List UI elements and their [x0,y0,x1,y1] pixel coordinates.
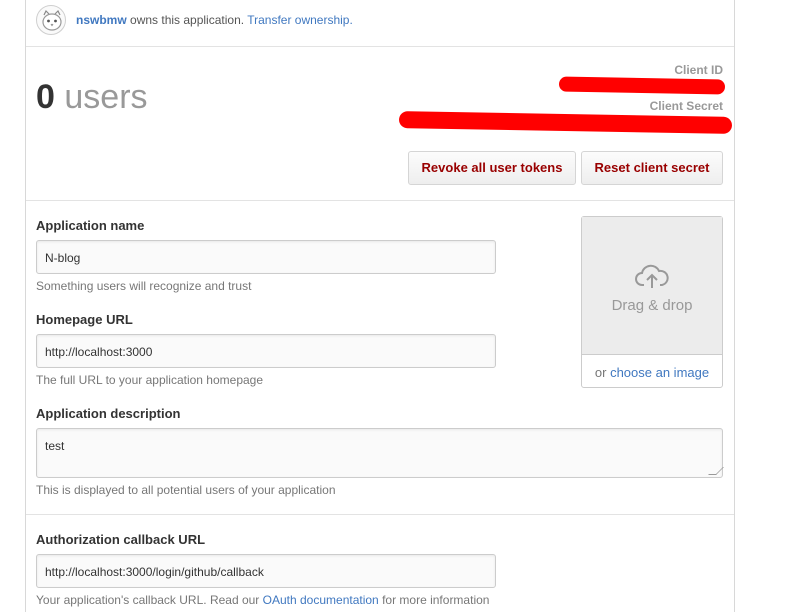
app-description-textarea[interactable]: test [36,428,724,478]
drag-drop-text: Drag & drop [611,297,693,314]
logo-upload-box[interactable]: Drag & drop or choose an image [581,216,723,388]
callback-url-input[interactable]: http://localhost:3000/login/github/callb… [36,554,496,588]
ownership-text: owns this application. [130,13,245,27]
app-description-help: This is displayed to all potential users… [36,483,336,497]
homepage-url-label: Homepage URL [36,312,133,327]
ownership-statement: nswbmw owns this application. Transfer o… [76,13,353,27]
reset-secret-button[interactable]: Reset client secret [581,151,723,185]
user-count: 0 users [36,78,148,117]
drag-drop-area[interactable]: Drag & drop [582,217,722,355]
user-count-number: 0 [36,78,55,116]
revoke-tokens-button[interactable]: Revoke all user tokens [408,151,576,185]
client-secret-label: Client Secret [649,99,723,113]
app-description-value: test [45,439,65,453]
resize-handle-icon[interactable] [708,467,724,475]
client-id-label: Client ID [674,63,723,77]
transfer-ownership-link[interactable]: Transfer ownership. [247,13,353,27]
app-name-help: Something users will recognize and trust [36,279,252,293]
avatar [36,5,66,35]
cloud-upload-icon [635,264,669,288]
stats-section: 0 users Client ID Client Secret Revoke a… [26,48,734,201]
callback-url-help: Your application's callback URL. Read ou… [36,593,489,607]
callback-help-text: Your application's callback URL. Read ou… [36,593,260,607]
application-settings-panel: nswbmw owns this application. Transfer o… [25,0,735,612]
homepage-url-input[interactable]: http://localhost:3000 [36,334,496,368]
owner-bar: nswbmw owns this application. Transfer o… [26,0,734,47]
app-name-label: Application name [36,218,145,233]
callback-url-label: Authorization callback URL [36,532,206,547]
owl-avatar-icon [42,9,62,31]
app-description-label: Application description [36,406,181,421]
choose-image-link[interactable]: choose an image [610,365,709,380]
oauth-documentation-link[interactable]: OAuth documentation [263,593,379,607]
owner-username-link[interactable]: nswbmw [76,13,127,27]
callback-help-text-end: for more information [382,593,490,607]
client-secret-redaction [398,111,733,134]
choose-image-row: or choose an image [582,365,722,380]
homepage-url-help: The full URL to your application homepag… [36,373,264,387]
section-divider [26,514,734,515]
user-count-label: users [64,78,148,116]
client-id-redaction [558,76,726,95]
or-text: or [594,365,607,380]
app-name-input[interactable]: N-blog [36,240,496,274]
